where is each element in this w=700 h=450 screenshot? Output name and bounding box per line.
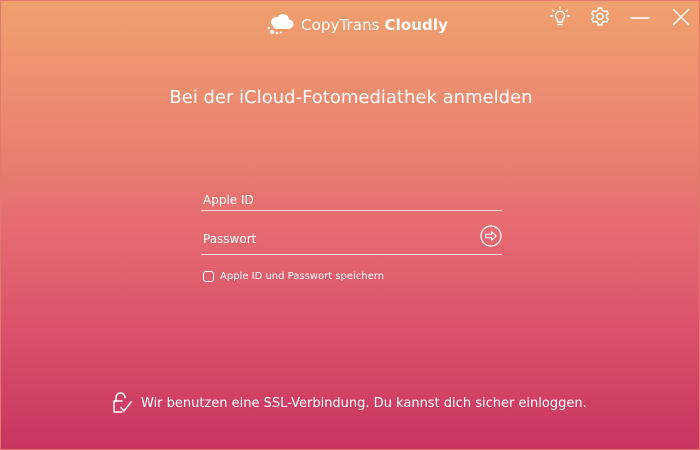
ssl-notice: Wir benutzen eine SSL-Verbindung. Du kan… — [109, 390, 587, 416]
password-input[interactable] — [201, 229, 463, 249]
app-title-bold: Cloudly — [384, 16, 448, 34]
title-bar: CopyTrans Cloudly — [1, 1, 699, 41]
cloud-icon — [267, 14, 294, 35]
apple-id-field-container — [201, 189, 502, 211]
close-icon[interactable] — [669, 5, 693, 29]
password-field-container — [201, 225, 502, 255]
arrow-right-icon[interactable] — [480, 225, 502, 247]
brand: CopyTrans Cloudly — [267, 13, 448, 37]
app-window: CopyTrans Cloudly Bei der iCloud-Fotomed… — [0, 0, 700, 450]
ssl-notice-text: Wir benutzen eine SSL-Verbindung. Du kan… — [141, 395, 587, 411]
checkbox-box[interactable] — [203, 270, 214, 282]
app-title-light: CopyTrans — [301, 16, 385, 34]
minimize-icon[interactable] — [628, 5, 652, 29]
remember-credentials-checkbox[interactable]: Apple ID und Passwort speichern — [203, 269, 384, 283]
apple-id-input[interactable] — [201, 190, 463, 210]
gear-icon[interactable] — [588, 5, 612, 29]
lock-check-icon — [113, 392, 132, 413]
page-title: Bei der iCloud-Fotomediathek anmelden — [169, 87, 533, 108]
lightbulb-icon[interactable] — [548, 5, 572, 29]
remember-label: Apple ID und Passwort speichern — [220, 270, 385, 282]
app-title: CopyTrans Cloudly — [301, 16, 448, 34]
